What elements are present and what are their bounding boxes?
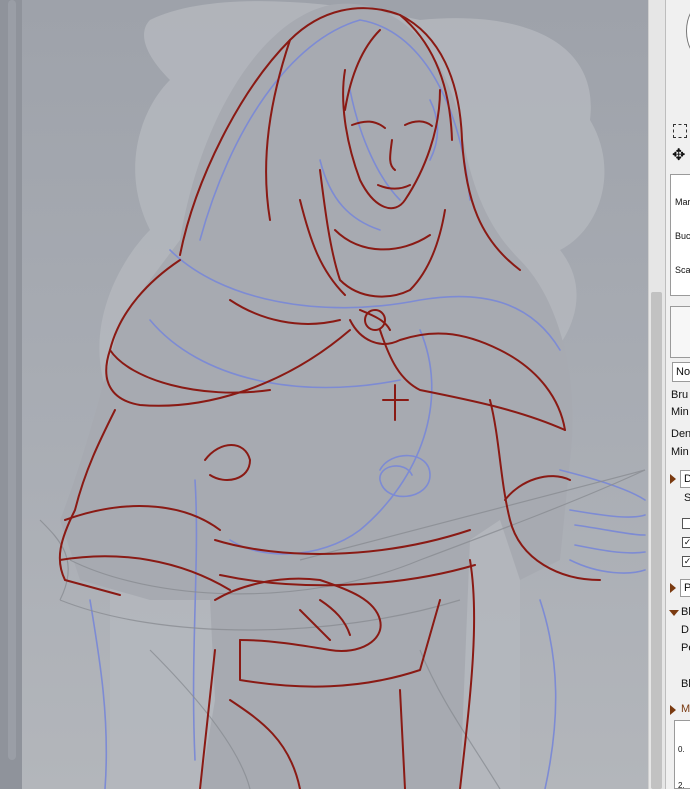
option-checkbox-1[interactable] bbox=[682, 518, 690, 529]
section-m-label: M bbox=[681, 703, 690, 715]
pe-label: Pe bbox=[681, 642, 690, 654]
field-label-sca: Sca bbox=[675, 265, 690, 275]
d-label: D bbox=[681, 624, 689, 636]
swatch-box[interactable] bbox=[670, 306, 690, 358]
scrollbar-thumb[interactable] bbox=[651, 292, 662, 789]
section-bl-arrow[interactable] bbox=[669, 610, 679, 616]
field-label-mar: Mar bbox=[675, 197, 690, 207]
rect-select-icon[interactable] bbox=[673, 124, 687, 138]
blend-mode-value: No bbox=[676, 366, 690, 378]
s-label: S bbox=[684, 492, 690, 504]
min-label: Min bbox=[671, 406, 689, 418]
paint-app-window: ✥ Mar Buc Sca No Bru Min Den Min D S ✓ ✓… bbox=[0, 0, 690, 789]
tool-options-panel: ✥ Mar Buc Sca No Bru Min Den Min D S ✓ ✓… bbox=[665, 0, 690, 789]
section-p-label: P bbox=[684, 582, 690, 594]
brush-preview-circle bbox=[686, 4, 690, 58]
section-d-field[interactable]: D bbox=[680, 470, 690, 488]
section-d-label: D bbox=[684, 473, 690, 485]
canvas-vertical-scrollbar[interactable] bbox=[648, 0, 665, 789]
option-checkbox-3[interactable]: ✓ bbox=[682, 556, 690, 567]
bl-label: Bl bbox=[681, 678, 690, 690]
curve-graph-box[interactable]: 0. 2. bbox=[674, 720, 690, 789]
drawing-canvas[interactable] bbox=[0, 0, 648, 789]
brush-label: Bru bbox=[671, 389, 689, 401]
tick-label-1: 0. bbox=[678, 745, 685, 754]
section-expand-arrow[interactable] bbox=[670, 474, 676, 484]
blend-mode-select[interactable]: No bbox=[672, 362, 690, 382]
field-label-buc: Buc bbox=[675, 231, 690, 241]
tick-label-2: 2. bbox=[678, 781, 685, 789]
option-checkbox-2[interactable]: ✓ bbox=[682, 537, 690, 548]
section-p-field[interactable]: P bbox=[680, 579, 690, 597]
move-icon[interactable]: ✥ bbox=[672, 148, 685, 164]
preset-list[interactable]: Mar Buc Sca bbox=[670, 174, 690, 296]
section-bl-label: Bl bbox=[681, 606, 690, 618]
density-label: Den bbox=[671, 428, 690, 440]
section-p-arrow[interactable] bbox=[670, 583, 676, 593]
section-m-arrow[interactable] bbox=[670, 705, 676, 715]
sketch-artwork bbox=[0, 0, 646, 789]
min-label-2: Min bbox=[671, 446, 689, 458]
